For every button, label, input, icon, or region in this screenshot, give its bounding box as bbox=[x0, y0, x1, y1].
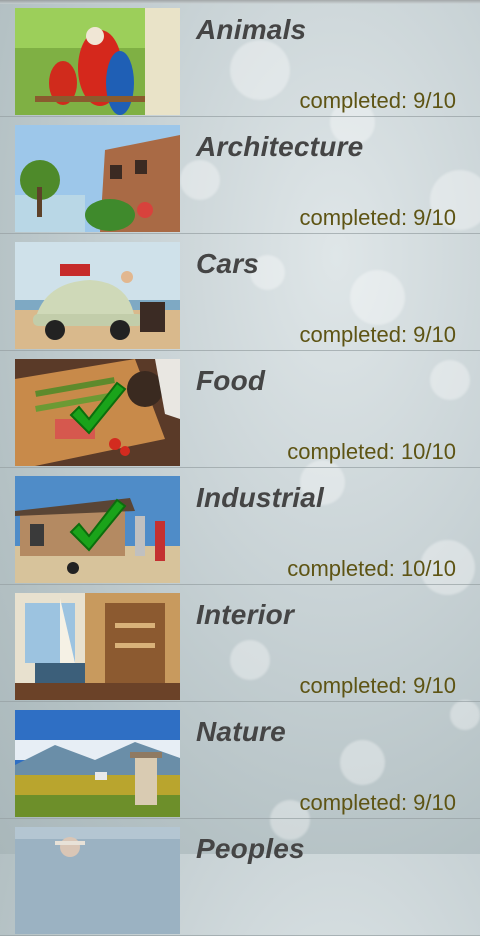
category-title: Food bbox=[196, 365, 266, 396]
category-row-cars[interactable]: Cars completed: 9/10 bbox=[0, 234, 480, 351]
parrots-photo-icon bbox=[15, 8, 180, 115]
category-row-nature[interactable]: Nature completed: 9/10 bbox=[0, 702, 480, 819]
completion-status: completed: 9/10 bbox=[299, 790, 456, 815]
category-title: Industrial bbox=[196, 482, 325, 513]
category-list: Animals completed: 9/10 Architecture com… bbox=[0, 0, 480, 936]
village-photo-icon bbox=[15, 125, 180, 232]
completion-status: completed: 10/10 bbox=[287, 439, 456, 464]
people-photo-icon bbox=[15, 827, 180, 934]
category-title: Cars bbox=[196, 248, 260, 279]
completion-status: completed: 9/10 bbox=[299, 88, 456, 113]
category-title: Interior bbox=[196, 599, 295, 630]
category-row-interior[interactable]: Interior completed: 9/10 bbox=[0, 585, 480, 702]
completion-status: completed: 9/10 bbox=[299, 322, 456, 347]
beetle-car-photo-icon bbox=[15, 242, 180, 349]
check-mark-icon bbox=[69, 498, 127, 552]
landscape-photo-icon bbox=[15, 710, 180, 817]
check-mark-icon bbox=[69, 381, 127, 435]
completion-status: completed: 9/10 bbox=[299, 673, 456, 698]
gas-station-photo-icon bbox=[15, 476, 180, 583]
category-title: Peoples bbox=[196, 833, 305, 864]
category-row-peoples[interactable]: Peoples bbox=[0, 819, 480, 936]
category-title: Nature bbox=[196, 716, 286, 747]
category-row-food[interactable]: Food completed: 10/10 bbox=[0, 351, 480, 468]
category-row-industrial[interactable]: Industrial completed: 10/10 bbox=[0, 468, 480, 585]
completion-status: completed: 9/10 bbox=[299, 205, 456, 230]
category-title: Architecture bbox=[196, 131, 364, 162]
category-row-animals[interactable]: Animals completed: 9/10 bbox=[0, 0, 480, 117]
category-row-architecture[interactable]: Architecture completed: 9/10 bbox=[0, 117, 480, 234]
completion-status: completed: 10/10 bbox=[287, 556, 456, 581]
food-board-photo-icon bbox=[15, 359, 180, 466]
room-interior-photo-icon bbox=[15, 593, 180, 700]
category-title: Animals bbox=[196, 14, 307, 45]
